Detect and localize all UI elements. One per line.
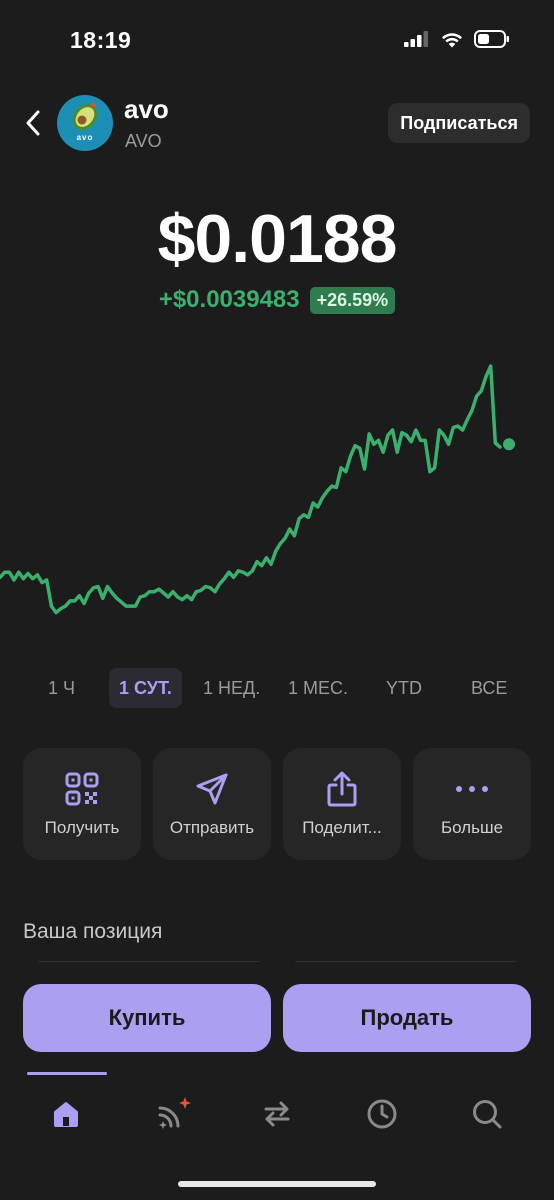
price-change-row: +$0.0039483 +26.59% — [0, 286, 554, 314]
subscribe-button[interactable]: Подписаться — [388, 103, 530, 143]
your-position-title: Ваша позиция — [23, 920, 163, 943]
avocado-icon — [72, 103, 98, 130]
swap-icon — [264, 1101, 290, 1127]
receive-button[interactable]: Получить — [23, 748, 141, 860]
range-1h[interactable]: 1 Ч — [38, 668, 85, 708]
feed-icon — [158, 1097, 191, 1129]
send-button[interactable]: Отправить — [153, 748, 271, 860]
share-label: Поделит... — [302, 818, 382, 837]
back-button[interactable] — [18, 106, 48, 140]
token-logo-text: avo — [76, 133, 94, 142]
range-ytd[interactable]: YTD — [376, 668, 432, 708]
token-price: $0.0188 — [157, 201, 398, 277]
action-buttons: Получить Отправить Поделит... Больше — [23, 748, 531, 860]
send-paper-plane-icon — [196, 773, 228, 805]
more-button[interactable]: Больше — [413, 748, 531, 860]
clock-icon — [367, 1099, 397, 1129]
share-button[interactable]: Поделит... — [283, 748, 401, 860]
wifi-icon — [440, 31, 464, 53]
cellular-signal-icon — [404, 31, 430, 52]
price-line — [0, 364, 502, 615]
notification-badge — [179, 1097, 191, 1109]
tab-search[interactable] — [465, 1092, 509, 1136]
active-tab-indicator — [27, 1072, 107, 1075]
token-logo: avo — [57, 95, 113, 151]
search-icon — [473, 1100, 502, 1129]
token-ticker: AVO — [125, 131, 162, 151]
buy-button[interactable]: Купить — [23, 984, 271, 1052]
home-icon — [54, 1102, 78, 1127]
battery-icon — [474, 30, 510, 53]
token-header: avo avo AVO Подписаться — [0, 90, 554, 160]
tab-feed[interactable] — [150, 1092, 194, 1136]
status-time: 18:19 — [70, 27, 132, 53]
share-icon — [327, 771, 357, 807]
status-bar: 18:19 — [0, 0, 554, 80]
divider — [295, 961, 517, 962]
chevron-left-icon — [26, 110, 40, 136]
tab-swap[interactable] — [255, 1092, 299, 1136]
range-1w[interactable]: 1 НЕД. — [193, 668, 270, 708]
home-indicator — [178, 1181, 376, 1187]
receive-label: Получить — [44, 818, 120, 837]
send-label: Отправить — [169, 818, 255, 837]
price-change-absolute: +$0.0039483 — [158, 286, 300, 313]
current-price-dot — [503, 438, 515, 451]
range-all[interactable]: ВСЕ — [461, 668, 517, 708]
price-change-percent-badge: +26.59% — [309, 286, 396, 314]
tab-home[interactable] — [44, 1092, 88, 1136]
range-1m[interactable]: 1 МЕС. — [278, 668, 358, 708]
token-name: avo — [124, 94, 169, 124]
divider — [38, 961, 260, 962]
time-range-selector: 1 Ч 1 СУТ. 1 НЕД. 1 МЕС. YTD ВСЕ — [0, 668, 554, 710]
status-icons — [404, 30, 510, 53]
more-dots-icon — [456, 786, 488, 792]
price-chart[interactable] — [0, 340, 554, 640]
range-1d[interactable]: 1 СУТ. — [109, 668, 182, 708]
sell-button[interactable]: Продать — [283, 984, 531, 1052]
tab-activity[interactable] — [360, 1092, 404, 1136]
qr-code-icon — [65, 772, 99, 806]
more-label: Больше — [440, 818, 504, 837]
